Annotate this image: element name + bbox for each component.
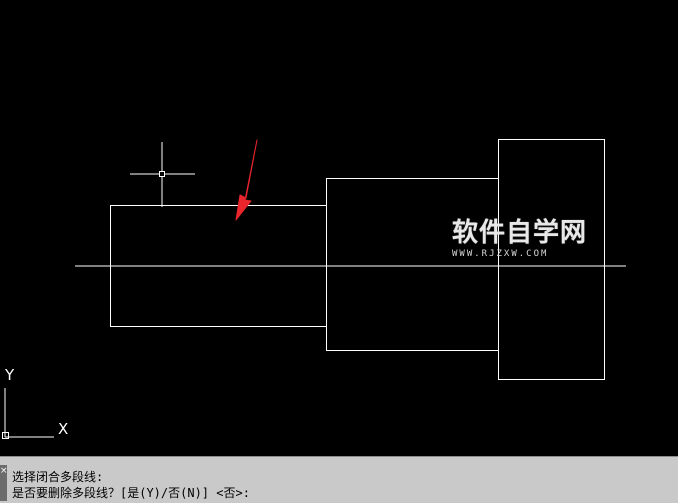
watermark: 软件自学网 WWW.RJZXW.COM	[452, 218, 602, 259]
drawing-canvas[interactable]: 软件自学网 WWW.RJZXW.COM Y X	[0, 0, 678, 456]
command-history-line: 选择闭合多段线:	[12, 470, 104, 484]
ucs-axis-icon	[2, 388, 54, 439]
red-pointer-arrow-icon	[235, 139, 258, 221]
crosshair-cursor-icon	[130, 142, 195, 207]
watermark-url: WWW.RJZXW.COM	[452, 249, 549, 259]
watermark-title: 软件自学网	[452, 218, 588, 248]
command-prompt-line[interactable]: 是否要删除多段线？[是(Y)/否(N)] <否>:	[12, 484, 250, 501]
ucs-x-label: X	[58, 420, 69, 438]
middle-shaft-rectangle[interactable]	[326, 178, 499, 351]
command-line-panel[interactable]: × 选择闭合多段线: 是否要删除多段线？[是(Y)/否(N)] <否>:	[0, 456, 678, 503]
command-panel-close-icon[interactable]: ×	[0, 465, 8, 501]
right-flange-rectangle[interactable]	[498, 139, 605, 380]
ucs-y-label: Y	[5, 366, 15, 384]
